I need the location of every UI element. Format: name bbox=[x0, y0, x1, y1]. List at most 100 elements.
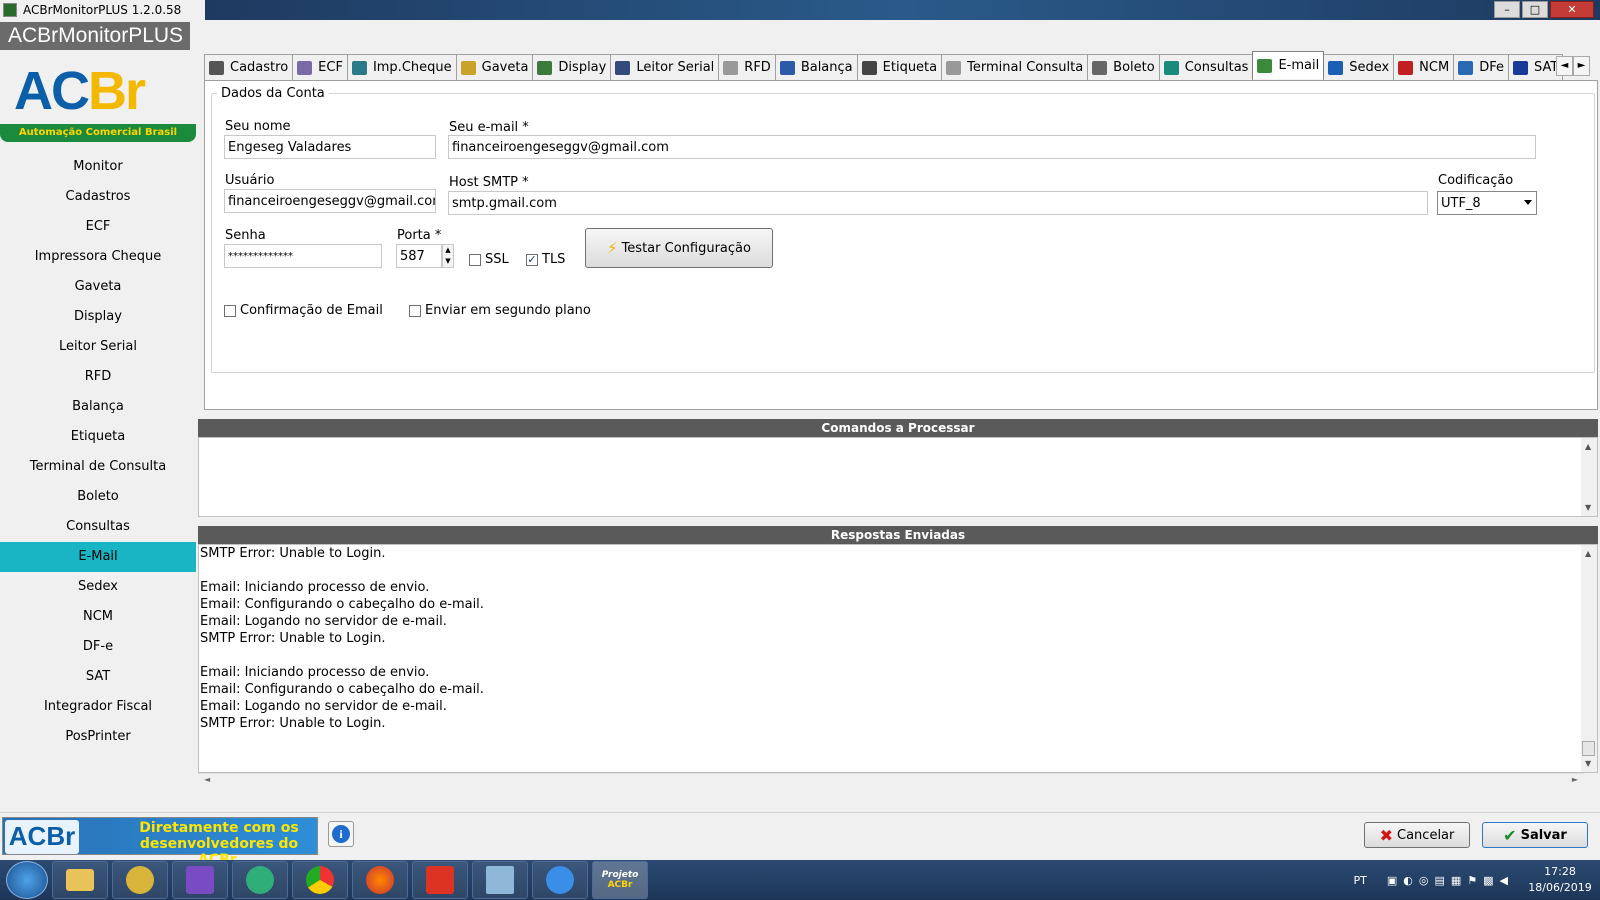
tab-sedex[interactable]: Sedex bbox=[1323, 54, 1395, 80]
taskbar-ibexpert[interactable] bbox=[232, 861, 288, 899]
porta-stepper[interactable]: ▲ ▼ bbox=[442, 244, 454, 268]
sidebar-item-display[interactable]: Display bbox=[0, 302, 196, 332]
tab-icon bbox=[1328, 60, 1344, 75]
tab-gaveta[interactable]: Gaveta bbox=[455, 54, 534, 80]
tab-ncm[interactable]: NCM bbox=[1393, 54, 1455, 80]
sidebar-item-etiqueta[interactable]: Etiqueta bbox=[0, 422, 196, 452]
response-line: SMTP Error: Unable to Login. bbox=[200, 716, 386, 731]
tab-icon bbox=[946, 60, 962, 75]
tab-label: Sedex bbox=[1349, 60, 1390, 75]
tls-checkbox[interactable]: ✓ TLS bbox=[526, 252, 565, 267]
taskbar-ie[interactable] bbox=[532, 861, 588, 899]
sidebar-item-e-mail[interactable]: E-Mail bbox=[0, 542, 196, 572]
taskbar-acbr-project[interactable]: Projeto ACBr bbox=[592, 861, 648, 899]
tab-sat[interactable]: SAT bbox=[1507, 54, 1564, 80]
tab-icon bbox=[1257, 58, 1273, 73]
tab-terminal-consulta[interactable]: Terminal Consulta bbox=[941, 54, 1089, 80]
tab-etiqueta[interactable]: Etiqueta bbox=[856, 54, 943, 80]
minimize-button[interactable]: – bbox=[1494, 1, 1520, 18]
sidebar-item-terminal-de-consulta[interactable]: Terminal de Consulta bbox=[0, 452, 196, 482]
confirmacao-email-checkbox[interactable]: Confirmação de Email bbox=[224, 303, 383, 318]
tab-scroll-left-button[interactable]: ◄ bbox=[1556, 56, 1573, 76]
porta-input[interactable]: 587 bbox=[396, 244, 442, 268]
info-button[interactable]: i bbox=[328, 821, 354, 847]
sidebar-item-df-e[interactable]: DF-e bbox=[0, 632, 196, 662]
tab-bar: Cadastro ECF Imp.Cheque Gaveta Display Leitor… bbox=[204, 51, 1600, 80]
sidebar-item-integrador-fiscal[interactable]: Integrador Fiscal bbox=[0, 692, 196, 722]
tab-label: SAT bbox=[1533, 60, 1559, 75]
comandos-memo[interactable]: ▲ ▼ bbox=[198, 437, 1598, 517]
tab-dfe[interactable]: DFe bbox=[1453, 54, 1509, 80]
salvar-button[interactable]: ✔ Salvar bbox=[1482, 822, 1588, 848]
cancelar-button[interactable]: ✖ Cancelar bbox=[1364, 822, 1470, 848]
sidebar-item-posprinter[interactable]: PosPrinter bbox=[0, 722, 196, 752]
taskbar-app-7[interactable] bbox=[112, 861, 168, 899]
taskbar-app-red[interactable] bbox=[412, 861, 468, 899]
sidebar-item-ecf[interactable]: ECF bbox=[0, 212, 196, 242]
taskbar-visual-studio[interactable] bbox=[172, 861, 228, 899]
testar-configuracao-button[interactable]: ⚡ Testar Configuração bbox=[585, 228, 773, 268]
acbr-banner[interactable]: ACBr Diretamente com os desenvolvedores d… bbox=[2, 817, 318, 868]
tab-icon bbox=[1092, 60, 1108, 75]
tab-leitor-serial[interactable]: Leitor Serial bbox=[610, 54, 720, 80]
checkmark-icon: ✔ bbox=[1503, 825, 1517, 845]
tab-scroll-right-button[interactable]: ► bbox=[1573, 56, 1590, 76]
taskbar-explorer[interactable] bbox=[52, 861, 108, 899]
taskbar-app-notes[interactable] bbox=[472, 861, 528, 899]
tab-label: Consultas bbox=[1184, 60, 1249, 75]
taskbar-chrome[interactable] bbox=[292, 861, 348, 899]
tab-icon bbox=[1163, 60, 1179, 75]
tab-label: ECF bbox=[318, 60, 343, 75]
sidebar-item-gaveta[interactable]: Gaveta bbox=[0, 272, 196, 302]
sidebar-item-sat[interactable]: SAT bbox=[0, 662, 196, 692]
maximize-button[interactable]: □ bbox=[1522, 1, 1548, 18]
window-title: ACBrMonitorPLUS 1.2.0.58 bbox=[23, 3, 182, 17]
sidebar-item-monitor[interactable]: Monitor bbox=[0, 152, 196, 182]
sidebar-item-sedex[interactable]: Sedex bbox=[0, 572, 196, 602]
ssl-checkbox[interactable]: SSL bbox=[469, 252, 509, 267]
codificacao-select[interactable]: UTF_8 bbox=[1437, 191, 1537, 215]
close-button[interactable]: ✕ bbox=[1550, 1, 1594, 18]
sidebar-item-consultas[interactable]: Consultas bbox=[0, 512, 196, 542]
tab-icon bbox=[779, 60, 795, 75]
taskbar-firefox[interactable] bbox=[352, 861, 408, 899]
tab-icon bbox=[1458, 60, 1474, 75]
tab-e-mail[interactable]: E-mail bbox=[1252, 51, 1325, 79]
nome-input[interactable]: Engeseg Valadares bbox=[224, 135, 436, 159]
sidebar-item-cadastros[interactable]: Cadastros bbox=[0, 182, 196, 212]
chevron-down-icon bbox=[1524, 200, 1532, 205]
tab-rfd[interactable]: RFD bbox=[718, 54, 776, 80]
sidebar-item-rfd[interactable]: RFD bbox=[0, 362, 196, 392]
x-icon: ✖ bbox=[1379, 825, 1394, 845]
tab-consultas[interactable]: Consultas bbox=[1158, 54, 1254, 80]
sidebar-item-impressora-cheque[interactable]: Impressora Cheque bbox=[0, 242, 196, 272]
sidebar-item-balan-a[interactable]: Balança bbox=[0, 392, 196, 422]
enviar-segundo-plano-checkbox[interactable]: Enviar em segundo plano bbox=[409, 303, 591, 318]
response-line: Email: Iniciando processo de envio. bbox=[200, 665, 430, 680]
tab-ecf[interactable]: ECF bbox=[292, 54, 348, 80]
response-line bbox=[199, 647, 1597, 664]
sidebar-item-leitor-serial[interactable]: Leitor Serial bbox=[0, 332, 196, 362]
tab-imp-cheque[interactable]: Imp.Cheque bbox=[346, 54, 457, 80]
tab-cadastro[interactable]: Cadastro bbox=[204, 54, 294, 80]
senha-input[interactable]: ************* bbox=[224, 244, 382, 268]
tray-icons[interactable]: ▣◐◎▤▦⚑▩◀ bbox=[1387, 874, 1514, 887]
clock[interactable]: 17:28 18/06/2019 bbox=[1520, 864, 1600, 896]
response-line bbox=[199, 562, 1597, 579]
respostas-hscrollbar[interactable]: ◄ ► bbox=[198, 773, 1584, 787]
language-indicator[interactable]: PT bbox=[1354, 874, 1367, 887]
tab-icon bbox=[537, 60, 553, 75]
tab-balan-a[interactable]: Balança bbox=[774, 54, 858, 80]
host-input[interactable]: smtp.gmail.com bbox=[448, 191, 1428, 215]
response-line: Email: Configurando o cabeçalho do e-mai… bbox=[200, 597, 484, 612]
sidebar-item-ncm[interactable]: NCM bbox=[0, 602, 196, 632]
respostas-memo[interactable]: SMTP Error: Unable to Login. Email: Inici… bbox=[198, 544, 1598, 773]
sidebar-item-boleto[interactable]: Boleto bbox=[0, 482, 196, 512]
comandos-scrollbar[interactable]: ▲ ▼ bbox=[1581, 438, 1597, 516]
usuario-input[interactable]: financeiroengeseggv@gmail.com bbox=[224, 189, 436, 213]
tab-display[interactable]: Display bbox=[532, 54, 612, 80]
start-button[interactable] bbox=[6, 861, 48, 899]
tab-boleto[interactable]: Boleto bbox=[1087, 54, 1160, 80]
email-input[interactable]: financeiroengeseggv@gmail.com bbox=[448, 135, 1536, 159]
respostas-scrollbar[interactable]: ▲ ▼ bbox=[1581, 545, 1597, 772]
